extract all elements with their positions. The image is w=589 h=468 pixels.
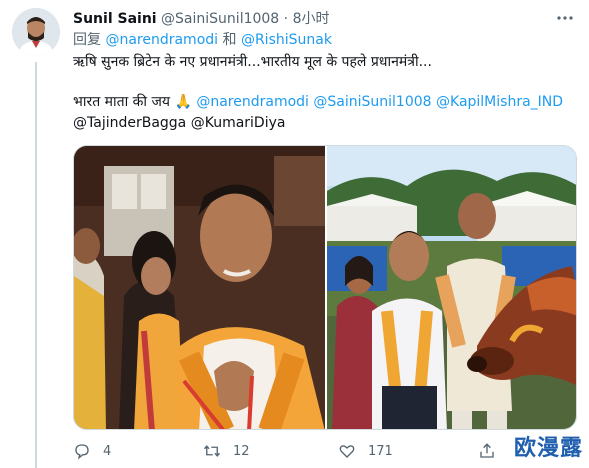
tweet-text-slogan: भारत माता की जय 🙏 <box>73 94 192 110</box>
reply-count: 4 <box>103 443 112 459</box>
avatar[interactable] <box>12 8 60 56</box>
heart-icon <box>339 445 355 458</box>
reply-action[interactable]: 4 <box>73 438 111 464</box>
tweet-header: Sunil Saini @SainiSunil1008 · 8小时 <box>73 9 577 29</box>
more-dots-icon[interactable] <box>555 10 575 26</box>
reply-joiner: 和 <box>222 32 237 48</box>
photo-right[interactable] <box>327 146 576 429</box>
mentions-line-3[interactable]: @TajinderBagga @KumariDiya <box>73 113 285 133</box>
retweet-count: 12 <box>233 443 250 459</box>
mentions-line-2[interactable]: @narendramodi @SainiSunil1008 @KapilMish… <box>196 94 563 110</box>
like-count: 171 <box>368 443 393 459</box>
tweet-text-line-2: भारत माता की जय 🙏 @narendramodi @SainiSu… <box>73 92 563 112</box>
reply-mention-2[interactable]: @RishiSunak <box>241 32 332 48</box>
photo-left[interactable] <box>74 146 325 429</box>
retweet-icon <box>203 445 221 457</box>
tweet-actions: 4 12 171 <box>73 438 577 464</box>
avatar-image <box>12 8 60 56</box>
retweet-action[interactable]: 12 <box>203 438 250 464</box>
photo-right-image <box>327 146 576 429</box>
author-name[interactable]: Sunil Saini <box>73 11 157 27</box>
thread-line <box>35 62 37 468</box>
like-action[interactable]: 171 <box>338 438 393 464</box>
author-handle[interactable]: @SainiSunil1008 <box>161 11 279 27</box>
share-action[interactable] <box>478 438 508 464</box>
tweet-media[interactable] <box>73 145 577 430</box>
tweet[interactable]: Sunil Saini @SainiSunil1008 · 8小时 回复 @na… <box>0 0 589 468</box>
reply-bubble-icon <box>75 444 89 460</box>
share-icon <box>480 443 494 458</box>
separator-dot: · <box>283 11 289 27</box>
tweet-text-line-1: ऋषि सुनक ब्रिटेन के नए प्रधानमंत्री...भा… <box>73 54 432 70</box>
reply-prefix: 回复 <box>73 32 101 48</box>
reply-mention-1[interactable]: @narendramodi <box>105 32 218 48</box>
replying-to: 回复 @narendramodi 和 @RishiSunak <box>73 31 332 49</box>
timestamp[interactable]: 8小时 <box>293 11 330 27</box>
photo-left-image <box>74 146 325 429</box>
watermark-logo: 欧漫露 <box>513 436 583 461</box>
